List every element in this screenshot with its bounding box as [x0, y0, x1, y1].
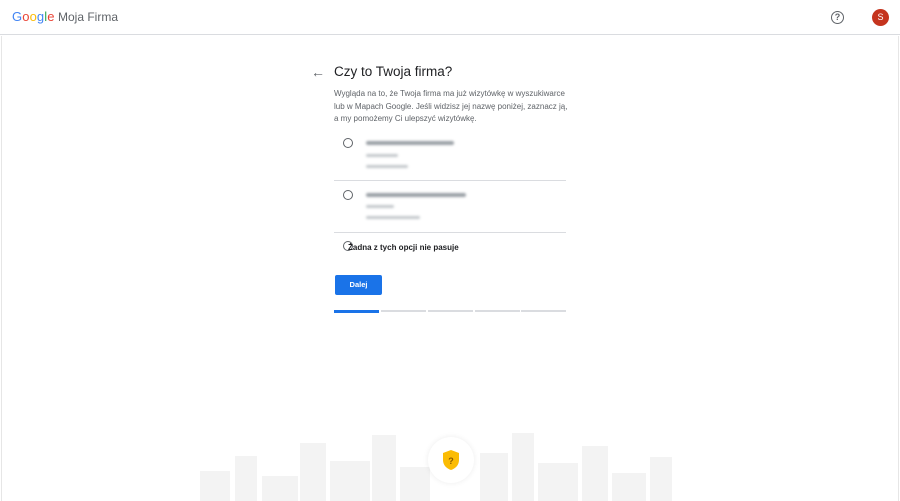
radio-button[interactable] [343, 138, 353, 148]
product-name: Moja Firma [58, 10, 119, 24]
logo-letter: G [12, 9, 23, 24]
radio-button[interactable] [343, 190, 353, 200]
svg-text:?: ? [448, 456, 454, 466]
progress-segment [475, 310, 520, 312]
business-option-2[interactable] [334, 181, 566, 232]
top-bar: Google Moja Firma ? S [0, 0, 900, 35]
shield-question-icon: ? [443, 450, 459, 470]
logo-letter: o [29, 9, 37, 24]
blurred-business-address [366, 216, 420, 219]
page-title: Czy to Twoja firma? [334, 64, 453, 79]
google-logo[interactable]: Google [12, 9, 55, 24]
business-option-1[interactable] [334, 130, 566, 180]
blurred-business-category [366, 205, 394, 208]
progress-segment [334, 309, 379, 313]
shield-badge: ? [428, 437, 474, 483]
avatar[interactable]: S [872, 9, 889, 26]
help-circle-icon[interactable]: ? [831, 11, 844, 24]
progress-segment [521, 310, 566, 312]
blurred-business-name [366, 193, 466, 197]
none-option-label[interactable]: Żadna z tych opcji nie pasuje [348, 243, 459, 252]
arrow-back-icon[interactable]: ← [311, 64, 325, 80]
blurred-business-category [366, 154, 398, 157]
logo-letter: o [22, 9, 30, 24]
blurred-business-address [366, 165, 408, 168]
progress-segment [428, 310, 473, 312]
next-button[interactable]: Dalej [335, 275, 382, 295]
progress-segment [381, 310, 426, 312]
page-description: Wygląda na to, że Twoja firma ma już wiz… [334, 89, 568, 123]
progress-indicator [334, 309, 566, 313]
blurred-business-name [366, 141, 454, 145]
logo-letter: e [47, 9, 55, 24]
